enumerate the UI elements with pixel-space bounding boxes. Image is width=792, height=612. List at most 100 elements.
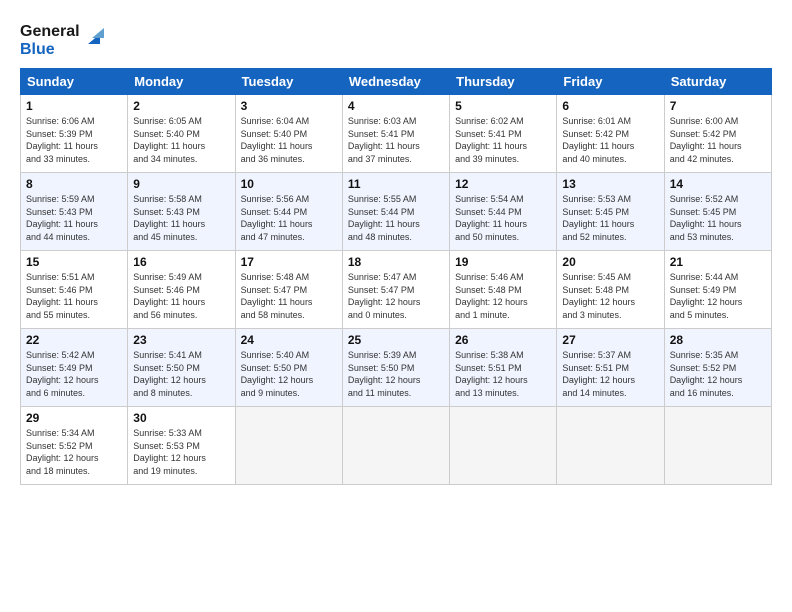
day-info: Sunrise: 5:58 AM Sunset: 5:43 PM Dayligh… [133, 193, 229, 243]
day-info: Sunrise: 5:40 AM Sunset: 5:50 PM Dayligh… [241, 349, 337, 399]
day-number: 19 [455, 255, 551, 269]
day-number: 27 [562, 333, 658, 347]
day-info: Sunrise: 5:42 AM Sunset: 5:49 PM Dayligh… [26, 349, 122, 399]
day-number: 18 [348, 255, 444, 269]
day-header-friday: Friday [557, 69, 664, 95]
calendar-cell: 30 Sunrise: 5:33 AM Sunset: 5:53 PM Dayli… [128, 407, 235, 485]
day-number: 1 [26, 99, 122, 113]
day-info: Sunrise: 6:02 AM Sunset: 5:41 PM Dayligh… [455, 115, 551, 165]
calendar-cell: 7Sunrise: 6:00 AM Sunset: 5:42 PM Daylig… [664, 95, 771, 173]
calendar-cell: 15 Sunrise: 5:51 AM Sunset: 5:46 PM Dayli… [21, 251, 128, 329]
calendar-cell [450, 407, 557, 485]
day-number: 16 [133, 255, 229, 269]
header-row: SundayMondayTuesdayWednesdayThursdayFrid… [21, 69, 772, 95]
day-number: 15 [26, 255, 122, 269]
day-number: 26 [455, 333, 551, 347]
day-info: Sunrise: 5:53 AM Sunset: 5:45 PM Dayligh… [562, 193, 658, 243]
calendar-cell: 5 Sunrise: 6:02 AM Sunset: 5:41 PM Daylig… [450, 95, 557, 173]
calendar-cell: 19 Sunrise: 5:46 AM Sunset: 5:48 PM Dayli… [450, 251, 557, 329]
calendar-cell: 26 Sunrise: 5:38 AM Sunset: 5:51 PM Dayli… [450, 329, 557, 407]
calendar-cell: 27 Sunrise: 5:37 AM Sunset: 5:51 PM Dayli… [557, 329, 664, 407]
day-info: Sunrise: 5:49 AM Sunset: 5:46 PM Dayligh… [133, 271, 229, 321]
calendar-cell: 4 Sunrise: 6:03 AM Sunset: 5:41 PM Daylig… [342, 95, 449, 173]
day-number: 5 [455, 99, 551, 113]
calendar-cell: 23 Sunrise: 5:41 AM Sunset: 5:50 PM Dayli… [128, 329, 235, 407]
calendar-cell [235, 407, 342, 485]
calendar-cell: 10 Sunrise: 5:56 AM Sunset: 5:44 PM Dayli… [235, 173, 342, 251]
day-info: Sunrise: 5:33 AM Sunset: 5:53 PM Dayligh… [133, 427, 229, 477]
day-header-tuesday: Tuesday [235, 69, 342, 95]
day-number: 12 [455, 177, 551, 191]
day-number: 10 [241, 177, 337, 191]
page: General Blue SundayMondayTuesdayWednesda… [0, 0, 792, 612]
svg-text:Blue: Blue [20, 41, 55, 58]
calendar-cell: 1Sunrise: 6:06 AM Sunset: 5:39 PM Daylig… [21, 95, 128, 173]
calendar-cell: 3 Sunrise: 6:04 AM Sunset: 5:40 PM Daylig… [235, 95, 342, 173]
day-number: 8 [26, 177, 122, 191]
calendar-cell: 24 Sunrise: 5:40 AM Sunset: 5:50 PM Dayli… [235, 329, 342, 407]
calendar-cell: 6 Sunrise: 6:01 AM Sunset: 5:42 PM Daylig… [557, 95, 664, 173]
day-info: Sunrise: 5:44 AM Sunset: 5:49 PM Dayligh… [670, 271, 766, 321]
day-info: Sunrise: 5:51 AM Sunset: 5:46 PM Dayligh… [26, 271, 122, 321]
svg-text:General: General [20, 23, 80, 40]
day-info: Sunrise: 5:41 AM Sunset: 5:50 PM Dayligh… [133, 349, 229, 399]
day-number: 3 [241, 99, 337, 113]
day-header-thursday: Thursday [450, 69, 557, 95]
calendar-cell: 25 Sunrise: 5:39 AM Sunset: 5:50 PM Dayli… [342, 329, 449, 407]
day-number: 2 [133, 99, 229, 113]
calendar-cell: 12 Sunrise: 5:54 AM Sunset: 5:44 PM Dayli… [450, 173, 557, 251]
calendar-cell: 21 Sunrise: 5:44 AM Sunset: 5:49 PM Dayli… [664, 251, 771, 329]
header: General Blue [20, 16, 772, 60]
day-info: Sunrise: 6:04 AM Sunset: 5:40 PM Dayligh… [241, 115, 337, 165]
day-info: Sunrise: 5:48 AM Sunset: 5:47 PM Dayligh… [241, 271, 337, 321]
day-info: Sunrise: 5:34 AM Sunset: 5:52 PM Dayligh… [26, 427, 122, 477]
day-number: 21 [670, 255, 766, 269]
day-number: 30 [133, 411, 229, 425]
calendar-cell: 28 Sunrise: 5:35 AM Sunset: 5:52 PM Dayli… [664, 329, 771, 407]
calendar-cell: 11 Sunrise: 5:55 AM Sunset: 5:44 PM Dayli… [342, 173, 449, 251]
day-info: Sunrise: 5:37 AM Sunset: 5:51 PM Dayligh… [562, 349, 658, 399]
day-number: 25 [348, 333, 444, 347]
day-info: Sunrise: 6:01 AM Sunset: 5:42 PM Dayligh… [562, 115, 658, 165]
week-row-5: 29 Sunrise: 5:34 AM Sunset: 5:52 PM Dayli… [21, 407, 772, 485]
day-info: Sunrise: 5:39 AM Sunset: 5:50 PM Dayligh… [348, 349, 444, 399]
day-number: 29 [26, 411, 122, 425]
day-info: Sunrise: 5:45 AM Sunset: 5:48 PM Dayligh… [562, 271, 658, 321]
day-header-sunday: Sunday [21, 69, 128, 95]
day-info: Sunrise: 6:03 AM Sunset: 5:41 PM Dayligh… [348, 115, 444, 165]
day-info: Sunrise: 5:54 AM Sunset: 5:44 PM Dayligh… [455, 193, 551, 243]
day-info: Sunrise: 5:46 AM Sunset: 5:48 PM Dayligh… [455, 271, 551, 321]
day-info: Sunrise: 5:56 AM Sunset: 5:44 PM Dayligh… [241, 193, 337, 243]
calendar-cell: 22Sunrise: 5:42 AM Sunset: 5:49 PM Dayli… [21, 329, 128, 407]
day-number: 13 [562, 177, 658, 191]
calendar-cell [342, 407, 449, 485]
day-header-monday: Monday [128, 69, 235, 95]
week-row-1: 1Sunrise: 6:06 AM Sunset: 5:39 PM Daylig… [21, 95, 772, 173]
calendar-cell [557, 407, 664, 485]
calendar-cell: 13 Sunrise: 5:53 AM Sunset: 5:45 PM Dayli… [557, 173, 664, 251]
week-row-4: 22Sunrise: 5:42 AM Sunset: 5:49 PM Dayli… [21, 329, 772, 407]
day-info: Sunrise: 6:00 AM Sunset: 5:42 PM Dayligh… [670, 115, 766, 165]
calendar-table: SundayMondayTuesdayWednesdayThursdayFrid… [20, 68, 772, 485]
calendar-cell: 9 Sunrise: 5:58 AM Sunset: 5:43 PM Daylig… [128, 173, 235, 251]
calendar-cell: 20 Sunrise: 5:45 AM Sunset: 5:48 PM Dayli… [557, 251, 664, 329]
day-number: 6 [562, 99, 658, 113]
day-number: 14 [670, 177, 766, 191]
day-info: Sunrise: 5:35 AM Sunset: 5:52 PM Dayligh… [670, 349, 766, 399]
day-header-saturday: Saturday [664, 69, 771, 95]
day-info: Sunrise: 5:52 AM Sunset: 5:45 PM Dayligh… [670, 193, 766, 243]
day-number: 24 [241, 333, 337, 347]
logo-icon: General Blue [20, 16, 110, 60]
day-info: Sunrise: 5:55 AM Sunset: 5:44 PM Dayligh… [348, 193, 444, 243]
calendar-cell [664, 407, 771, 485]
calendar-cell: 14 Sunrise: 5:52 AM Sunset: 5:45 PM Dayli… [664, 173, 771, 251]
day-number: 9 [133, 177, 229, 191]
day-number: 11 [348, 177, 444, 191]
day-number: 20 [562, 255, 658, 269]
day-number: 28 [670, 333, 766, 347]
day-header-wednesday: Wednesday [342, 69, 449, 95]
day-number: 23 [133, 333, 229, 347]
day-number: 4 [348, 99, 444, 113]
calendar-cell: 29 Sunrise: 5:34 AM Sunset: 5:52 PM Dayli… [21, 407, 128, 485]
day-info: Sunrise: 5:38 AM Sunset: 5:51 PM Dayligh… [455, 349, 551, 399]
